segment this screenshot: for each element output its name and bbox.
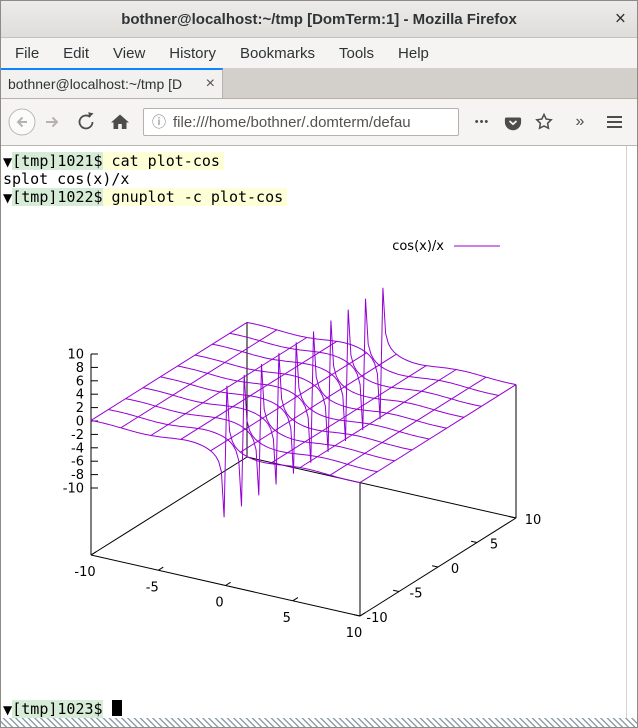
url-text[interactable]: file:///home/bothner/.domterm/defau [173, 114, 411, 131]
svg-text:-5: -5 [146, 580, 159, 595]
reload-icon [71, 107, 101, 137]
shell-prompt: [tmp]1021$ [12, 152, 102, 170]
menu-help[interactable]: Help [386, 40, 441, 67]
svg-text:10: 10 [525, 513, 542, 528]
navigation-toolbar: ⓘ file:///home/bothner/.domterm/defau ••… [1, 99, 637, 146]
shell-prompt: [tmp]1023$ [12, 700, 102, 718]
command-output: splot cos(x)/x [3, 170, 129, 188]
output-toggle-icon[interactable]: ▼ [3, 703, 12, 717]
menu-bar: File Edit View History Bookmarks Tools H… [1, 38, 637, 68]
terminal-right-edge-line [626, 146, 627, 718]
svg-text:5: 5 [490, 538, 498, 553]
firefox-window: bothner@localhost:~/tmp [DomTerm:1] - Mo… [0, 0, 638, 728]
menu-tools[interactable]: Tools [327, 40, 386, 67]
terminal-cursor [112, 700, 122, 716]
tab-bar: bothner@localhost:~/tmp [D × [1, 68, 637, 99]
command-text: cat plot-cos [103, 152, 224, 170]
bookmark-star-button[interactable] [531, 107, 557, 137]
svg-text:-5: -5 [410, 587, 423, 602]
star-icon [531, 109, 557, 135]
overflow-menu-button[interactable]: » [567, 107, 593, 137]
terminal-current-line: ▼[tmp]1023$ [3, 700, 637, 718]
back-button[interactable] [7, 107, 37, 137]
svg-text:-10: -10 [366, 611, 387, 626]
reload-button[interactable] [71, 107, 101, 137]
window-close-icon[interactable]: × [615, 10, 626, 29]
page-actions-button[interactable]: ••• [469, 107, 495, 137]
menu-edit[interactable]: Edit [51, 40, 101, 67]
menu-file[interactable]: File [3, 40, 51, 67]
site-info-icon[interactable]: ⓘ [152, 112, 166, 132]
svg-text:10: 10 [346, 626, 363, 641]
svg-text:0: 0 [451, 562, 459, 577]
command-text: gnuplot -c plot-cos [103, 188, 288, 206]
domterm-terminal[interactable]: ▼[tmp]1021$cat plot-cos splot cos(x)/x ▼… [1, 146, 637, 727]
tab-close-icon[interactable]: × [200, 75, 215, 93]
home-icon [105, 107, 135, 137]
tab-title: bothner@localhost:~/tmp [D [8, 76, 200, 92]
output-toggle-icon[interactable]: ▼ [3, 191, 12, 205]
back-icon [7, 107, 37, 137]
pocket-icon [500, 109, 526, 135]
hamburger-menu-button[interactable] [599, 107, 629, 137]
svg-text:-10: -10 [63, 482, 84, 497]
shell-prompt: [tmp]1022$ [12, 188, 102, 206]
terminal-bottom-stripes [1, 718, 637, 727]
svg-text:cos(x)/x: cos(x)/x [392, 239, 444, 254]
hamburger-icon [607, 116, 622, 127]
menu-bookmarks[interactable]: Bookmarks [228, 40, 327, 67]
title-bar[interactable]: bothner@localhost:~/tmp [DomTerm:1] - Mo… [1, 1, 637, 38]
terminal-line-2: splot cos(x)/x [3, 170, 637, 188]
forward-icon [37, 107, 67, 137]
svg-text:-10: -10 [74, 565, 95, 580]
output-toggle-icon[interactable]: ▼ [3, 155, 12, 169]
menu-view[interactable]: View [101, 40, 157, 67]
tab-domterm[interactable]: bothner@localhost:~/tmp [D × [1, 68, 223, 98]
svg-text:5: 5 [283, 611, 291, 626]
forward-button[interactable] [37, 107, 67, 137]
terminal-line-1: ▼[tmp]1021$cat plot-cos [3, 152, 637, 170]
gnuplot-surface-plot: 1086420-2-4-6-8-10-10-50510-10-50510cos(… [3, 206, 637, 686]
menu-history[interactable]: History [157, 40, 228, 67]
svg-text:0: 0 [215, 596, 223, 611]
terminal-line-3: ▼[tmp]1022$gnuplot -c plot-cos [3, 188, 637, 206]
window-title: bothner@localhost:~/tmp [DomTerm:1] - Mo… [121, 11, 517, 28]
url-bar[interactable]: ⓘ file:///home/bothner/.domterm/defau [143, 108, 459, 136]
pocket-button[interactable] [500, 107, 526, 137]
home-button[interactable] [105, 107, 135, 137]
